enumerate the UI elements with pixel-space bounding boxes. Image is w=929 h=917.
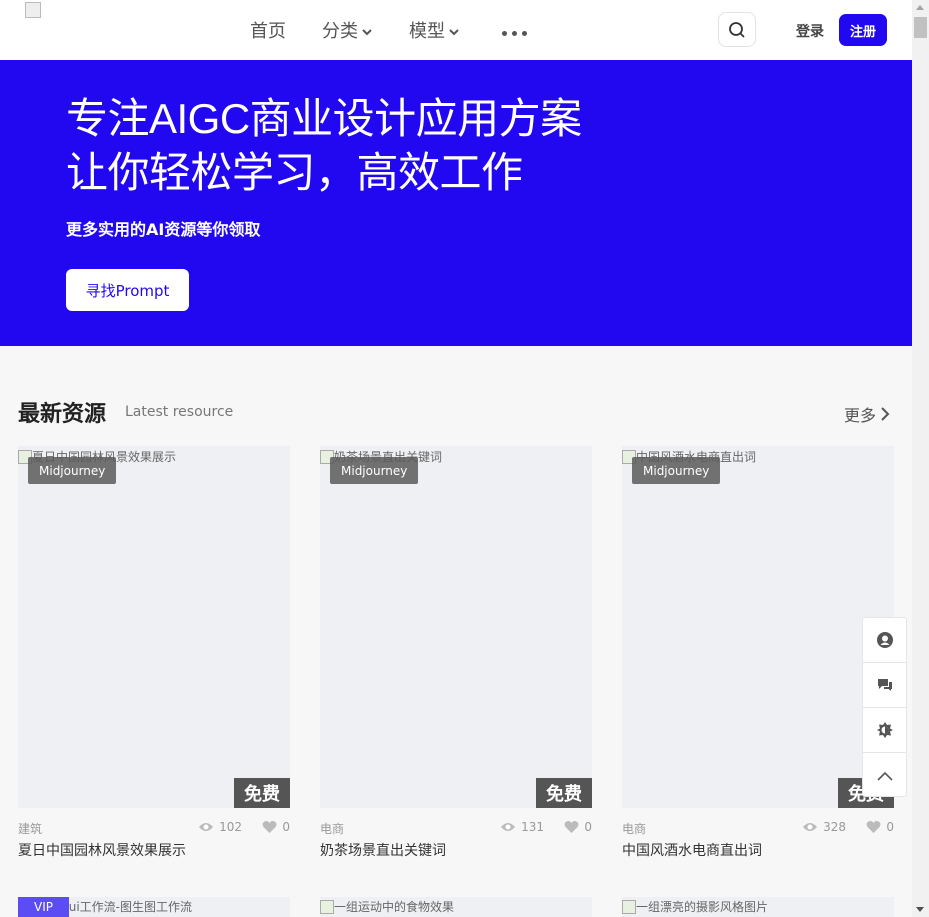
card-views: 102 (198, 820, 242, 834)
likes-count: 0 (584, 820, 592, 834)
scroll-up-arrow[interactable] (916, 5, 924, 10)
floating-toolbar (862, 617, 907, 797)
card-category[interactable]: 建筑 (18, 820, 42, 837)
card-views: 131 (500, 820, 544, 834)
views-count: 131 (521, 820, 544, 834)
card-thumbnail[interactable]: 夏日中国园林风景效果展示 Midjourney 免费 (18, 446, 290, 808)
nav-item-category[interactable]: 分类 (322, 17, 373, 43)
main-nav: 首页 分类 模型 (250, 0, 527, 60)
register-button[interactable]: 注册 (839, 14, 887, 46)
find-prompt-button[interactable]: 寻找Prompt (66, 269, 189, 311)
card-likes[interactable]: 0 (866, 820, 894, 834)
chat-icon (877, 679, 892, 691)
views-count: 328 (823, 820, 846, 834)
heart-icon (262, 821, 277, 833)
nav-item-label: 首页 (250, 21, 286, 42)
section-subtitle: Latest resource (125, 404, 234, 420)
back-to-top-icon (876, 771, 893, 781)
hero-subtitle: 更多实用的AI资源等你领取 (66, 220, 261, 239)
model-tag: Midjourney (330, 457, 419, 484)
card-likes[interactable]: 0 (262, 820, 290, 834)
more-dots-icon[interactable] (502, 30, 527, 36)
nav-item-label: 分类 (322, 21, 358, 42)
card-meta: 电商 131 0 (320, 808, 592, 846)
card-thumbnail[interactable]: 中国风酒水电商直出词 Midjourney 免费 (622, 446, 894, 808)
login-link[interactable]: 登录 (796, 21, 824, 41)
user-button[interactable] (863, 618, 906, 663)
resource-card[interactable]: comfyui工作流-图生图工作流 VIP (18, 897, 290, 917)
price-badge: 免费 (234, 778, 290, 808)
back-to-top-button[interactable] (863, 753, 906, 798)
resource-card[interactable]: 一组运动中的食物效果 (320, 897, 592, 917)
card-thumbnail[interactable]: 奶茶场景直出关键词 Midjourney 免费 (320, 446, 592, 808)
resource-card[interactable]: 夏日中国园林风景效果展示 Midjourney 免费 建筑 102 0 夏日中国… (18, 446, 290, 860)
more-link-label: 更多 (844, 406, 877, 425)
theme-toggle-button[interactable] (863, 708, 906, 753)
scroll-down-arrow[interactable] (916, 907, 924, 912)
model-tag: Midjourney (28, 457, 117, 484)
scroll-thumb[interactable] (914, 17, 927, 38)
hero-title: 专注AIGC商业设计应用方案 让你轻松学习，高效工作 (66, 92, 582, 200)
resource-card[interactable]: 奶茶场景直出关键词 Midjourney 免费 电商 131 0 奶茶场景直出关… (320, 446, 592, 860)
card-category[interactable]: 电商 (622, 820, 646, 837)
heart-icon (564, 821, 579, 833)
site-header: 首页 分类 模型 登录 注册 (0, 0, 912, 60)
chat-button[interactable] (863, 663, 906, 708)
search-icon (729, 21, 745, 38)
image-alt-label: 一组运动中的食物效果 (334, 900, 455, 914)
model-tag: Midjourney (632, 457, 721, 484)
card-likes[interactable]: 0 (564, 820, 592, 834)
image-alt-label: 一组漂亮的摄影风格图片 (636, 900, 769, 914)
card-views: 328 (802, 820, 846, 834)
site-logo[interactable] (25, 2, 41, 18)
card-meta: 电商 328 0 (622, 808, 894, 846)
eye-icon (501, 823, 516, 831)
theme-icon (876, 722, 893, 738)
nav-item-model[interactable]: 模型 (409, 17, 460, 43)
price-badge: 免费 (536, 778, 592, 808)
views-count: 102 (219, 820, 242, 834)
hero-title-line: 让你轻松学习，高效工作 (66, 149, 523, 196)
hero-banner: 专注AIGC商业设计应用方案 让你轻松学习，高效工作 更多实用的AI资源等你领取… (0, 60, 912, 346)
likes-count: 0 (886, 820, 894, 834)
image-alt-text: 一组漂亮的摄影风格图片 (622, 898, 768, 915)
hero-title-line: 专注AIGC商业设计应用方案 (66, 95, 582, 142)
resource-card[interactable]: 一组漂亮的摄影风格图片 (622, 897, 894, 917)
user-icon (876, 632, 893, 648)
heart-icon (866, 821, 881, 833)
chevron-down-icon (449, 28, 459, 35)
more-link[interactable]: 更多 (844, 402, 890, 426)
card-category[interactable]: 电商 (320, 820, 344, 837)
eye-icon (803, 823, 818, 831)
section-title: 最新资源 (18, 402, 107, 427)
nav-item-label: 模型 (409, 21, 445, 42)
card-meta: 建筑 102 0 (18, 808, 290, 846)
broken-image-icon (320, 899, 334, 914)
likes-count: 0 (282, 820, 290, 834)
search-button[interactable] (718, 12, 756, 47)
broken-image-icon (622, 899, 636, 914)
chevron-right-icon (881, 407, 890, 421)
nav-item-home[interactable]: 首页 (250, 17, 286, 43)
image-alt-text: 一组运动中的食物效果 (320, 898, 454, 915)
page-scrollbar[interactable] (912, 0, 929, 917)
chevron-down-icon (362, 28, 372, 35)
eye-icon (199, 823, 214, 831)
resource-card[interactable]: 中国风酒水电商直出词 Midjourney 免费 电商 328 0 中国风酒水电… (622, 446, 894, 860)
vip-badge: VIP (18, 897, 69, 917)
